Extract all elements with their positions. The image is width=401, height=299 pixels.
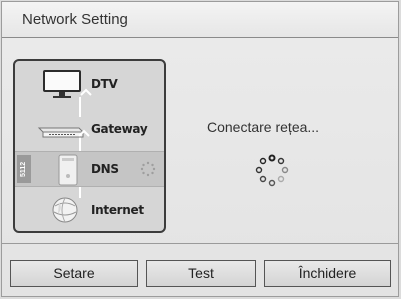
connection-status-text: Conectare rețea... <box>207 119 320 135</box>
diagram-item-label: Gateway <box>91 122 148 136</box>
globe-icon <box>52 197 78 223</box>
loading-spinner-icon <box>255 154 289 187</box>
diagram-item-dns: 5112 DNS <box>15 151 164 187</box>
network-setting-dialog: Network Setting DTV Gateway 5112 DNS Int… <box>1 1 399 297</box>
separator-line <box>2 243 398 244</box>
dns-side-tag: 5112 <box>17 155 31 183</box>
diagram-item-gateway: Gateway <box>15 112 164 148</box>
diagram-item-dtv: DTV <box>15 67 164 103</box>
close-button[interactable]: Închidere <box>264 260 391 287</box>
test-button[interactable]: Test <box>146 260 256 287</box>
settings-button[interactable]: Setare <box>10 260 138 287</box>
server-icon <box>58 154 78 186</box>
diagram-item-label: Internet <box>91 203 144 217</box>
router-icon <box>37 127 90 138</box>
diagram-item-label: DTV <box>91 77 118 91</box>
network-diagram: DTV Gateway 5112 DNS Internet <box>13 59 166 233</box>
diagram-item-internet: Internet <box>15 193 164 229</box>
tv-icon <box>43 70 92 98</box>
dns-loading-icon <box>140 161 156 177</box>
diagram-item-label: DNS <box>91 162 119 176</box>
dialog-title: Network Setting <box>2 2 398 38</box>
